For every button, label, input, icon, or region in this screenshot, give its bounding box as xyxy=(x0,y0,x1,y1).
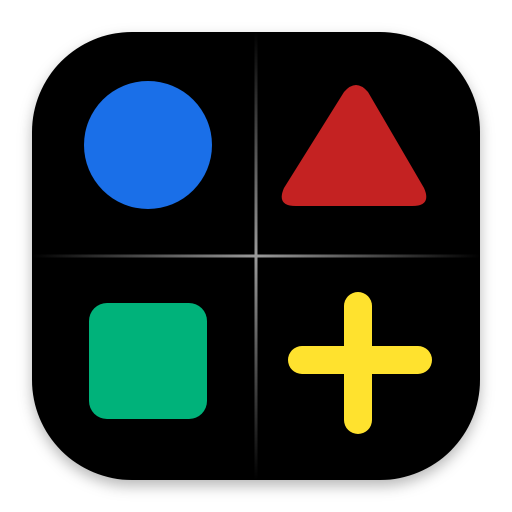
horizontal-divider xyxy=(32,254,480,258)
square-icon xyxy=(89,303,207,419)
circle-icon xyxy=(84,81,212,209)
app-icon[interactable] xyxy=(0,0,512,512)
icon-stage xyxy=(0,0,512,512)
